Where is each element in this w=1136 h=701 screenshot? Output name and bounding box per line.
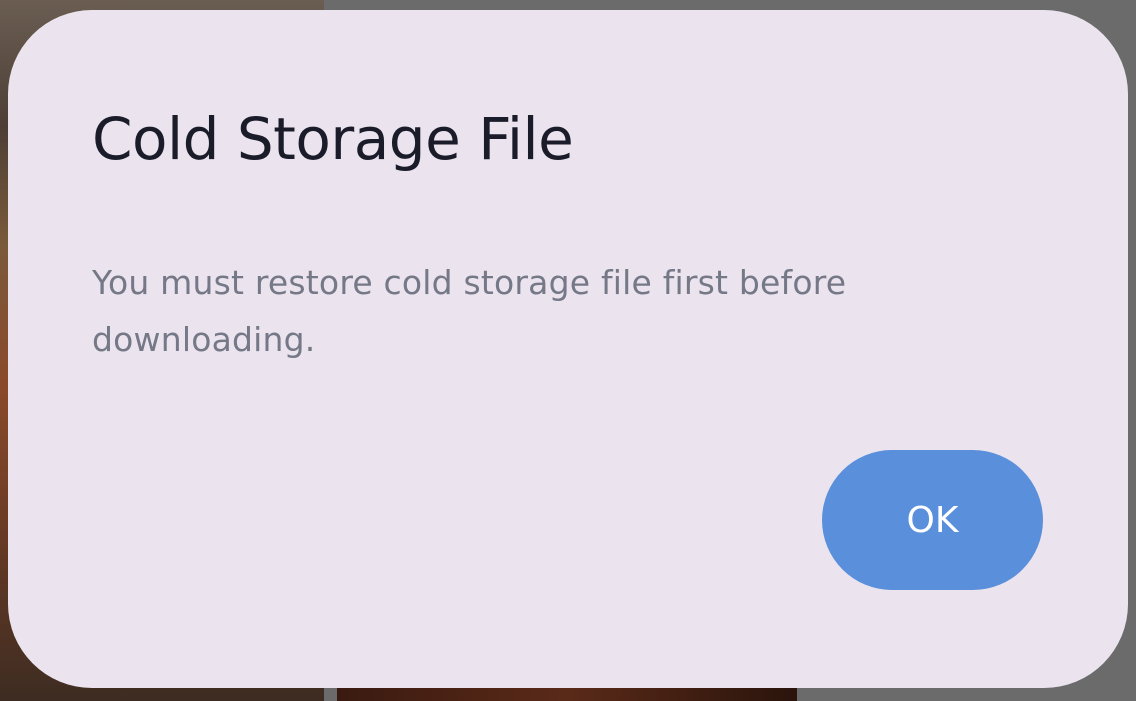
alert-dialog: Cold Storage File You must restore cold … xyxy=(8,10,1128,688)
ok-button[interactable]: OK xyxy=(822,450,1043,590)
dialog-message: You must restore cold storage file first… xyxy=(92,263,847,359)
background-photo-bottom xyxy=(337,686,797,701)
dialog-title: Cold Storage File xyxy=(92,105,574,173)
